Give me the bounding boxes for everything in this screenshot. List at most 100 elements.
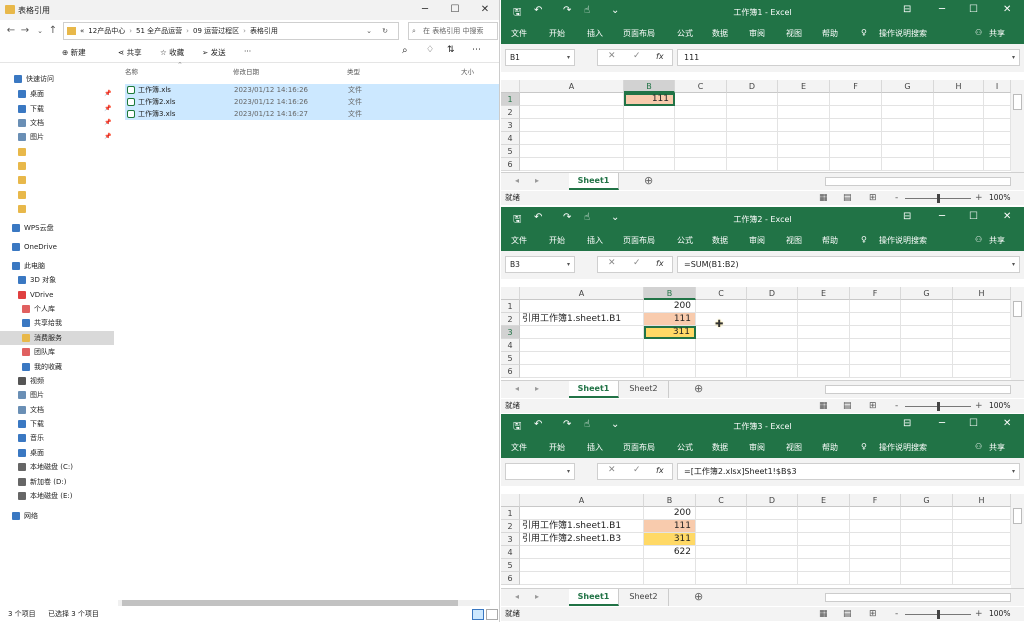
ribbon-tab[interactable]: 数据 [712,442,728,453]
ribbon-tab[interactable]: 开始 [549,235,565,246]
normal-view-icon[interactable]: ▦ [819,399,828,413]
zoom-in-icon[interactable]: + [975,607,983,621]
tell-me-search[interactable]: 操作说明搜索 [879,235,927,246]
grid-cell[interactable] [747,520,798,533]
grid-cell[interactable] [901,533,953,546]
ribbon-tab[interactable]: 数据 [712,235,728,246]
grid-cell[interactable] [798,300,850,313]
cell-a2[interactable]: 引用工作簿1.sheet1.B1 [520,313,644,326]
column-header[interactable]: F [850,494,901,507]
file-row[interactable]: 工作簿2.xls 2023/01/12 14:16:26 文件 [125,96,499,108]
grid-cell[interactable] [901,300,953,313]
grid-cell[interactable] [520,572,644,585]
chevron-down-icon[interactable]: ▾ [1012,464,1015,479]
zoom-out-icon[interactable]: - [895,607,898,621]
grid-cell[interactable] [747,300,798,313]
grid-cell[interactable] [953,326,1011,339]
customize-qat-icon[interactable]: ⌄ [611,419,619,430]
grid-cell[interactable] [984,106,1011,119]
address-bar[interactable]: « 12产品中心 › 51 全产品运营 › 09 运营过程区 › 表格引用 ⌄ ↻ [63,22,399,40]
row-header[interactable]: 4 [501,546,520,559]
grid-cell[interactable] [953,339,1011,352]
redo-icon[interactable]: ↷ [563,212,571,223]
column-header[interactable]: E [798,287,850,300]
horizontal-scrollbar[interactable] [825,385,1011,394]
cancel-icon[interactable]: ✕ [608,465,616,475]
nav-item[interactable]: 下载 [0,417,114,431]
cell-a2[interactable]: 引用工作簿1.sheet1.B1 [520,520,644,533]
path-segment[interactable]: 表格引用 [250,26,278,36]
pin-icon[interactable]: 📌 [104,130,111,144]
grid-cell[interactable] [520,326,644,339]
chevron-down-icon[interactable]: ▾ [567,257,570,272]
column-header[interactable]: D [747,494,798,507]
ribbon-tab[interactable]: 视图 [786,28,802,39]
grid-cell[interactable] [850,507,901,520]
grid-cell[interactable] [934,132,984,145]
grid-cell[interactable] [798,533,850,546]
grid-cell[interactable] [882,132,934,145]
zoom-level[interactable]: 100% [989,399,1010,413]
grid-cell[interactable] [830,145,882,158]
grid-cell[interactable] [727,93,778,106]
ribbon-tab[interactable]: 开始 [549,28,565,39]
zoom-slider-handle[interactable] [937,194,940,203]
tab-scroll-right-icon[interactable]: ▸ [535,176,539,185]
ribbon-tab[interactable]: 公式 [677,28,693,39]
save-icon[interactable]: 🖫 [513,5,522,22]
maximize-button[interactable]: ☐ [440,0,470,20]
add-sheet-icon[interactable]: ⊕ [694,382,703,395]
grid-cell[interactable] [901,572,953,585]
zoom-level[interactable]: 100% [989,191,1010,205]
grid-cell[interactable] [798,559,850,572]
add-sheet-icon[interactable]: ⊕ [644,174,653,187]
name-box[interactable]: B3 ▾ [505,256,575,273]
pin-icon[interactable]: 📌 [104,116,111,130]
undo-icon[interactable]: ↶ [534,212,542,223]
grid-cell[interactable] [675,106,727,119]
column-header[interactable]: E [798,494,850,507]
nav-item[interactable]: 文档 [0,403,114,417]
redo-icon[interactable]: ↷ [563,5,571,16]
grid-cell[interactable] [675,132,727,145]
undo-icon[interactable]: ↶ [534,5,542,16]
path-segment[interactable]: 12产品中心 [88,26,125,36]
grid-cell[interactable] [520,158,624,171]
ribbon-tab[interactable]: 视图 [786,442,802,453]
nav-item[interactable]: WPS云盘 [0,221,114,235]
touch-mode-icon[interactable]: ☝ [584,5,590,16]
favorite-button[interactable]: ☆ 收藏 [160,47,184,58]
grid-cell[interactable] [675,158,727,171]
grid-cell[interactable] [747,546,798,559]
vertical-scrollbar[interactable] [1011,80,1024,172]
select-all-corner[interactable] [501,80,520,93]
row-header[interactable]: 3 [501,533,520,546]
ribbon-tab[interactable]: 公式 [677,442,693,453]
cell-b3[interactable]: 311 [644,326,696,339]
grid-cell[interactable] [696,546,747,559]
column-size-header[interactable]: 大小 [461,66,474,76]
grid-cell[interactable] [934,158,984,171]
grid-cell[interactable] [747,339,798,352]
ribbon-tab[interactable]: 文件 [511,442,527,453]
save-icon[interactable]: 🖫 [513,212,522,229]
path-segment[interactable]: 51 全产品运营 [136,26,182,36]
grid-cell[interactable] [798,520,850,533]
ribbon-tab[interactable]: 视图 [786,235,802,246]
name-box[interactable]: ▾ [505,463,575,480]
sheet-tab[interactable]: Sheet1 [569,589,619,606]
ribbon-tab[interactable]: 审阅 [749,442,765,453]
forward-arrow-icon[interactable]: → [18,24,32,38]
grid-cell[interactable] [901,559,953,572]
grid-cell[interactable] [984,145,1011,158]
nav-item[interactable] [0,145,114,159]
back-arrow-icon[interactable]: ← [4,24,18,38]
zoom-level[interactable]: 100% [989,607,1010,621]
grid-cell[interactable] [798,572,850,585]
nav-item[interactable]: 此电脑 [0,259,114,273]
touch-mode-icon[interactable]: ☝ [584,212,590,223]
nav-item[interactable]: 图片 📌 [0,130,114,144]
nav-item[interactable]: 音乐 [0,431,114,445]
nav-item[interactable] [0,159,114,173]
grid-cell[interactable] [778,158,830,171]
